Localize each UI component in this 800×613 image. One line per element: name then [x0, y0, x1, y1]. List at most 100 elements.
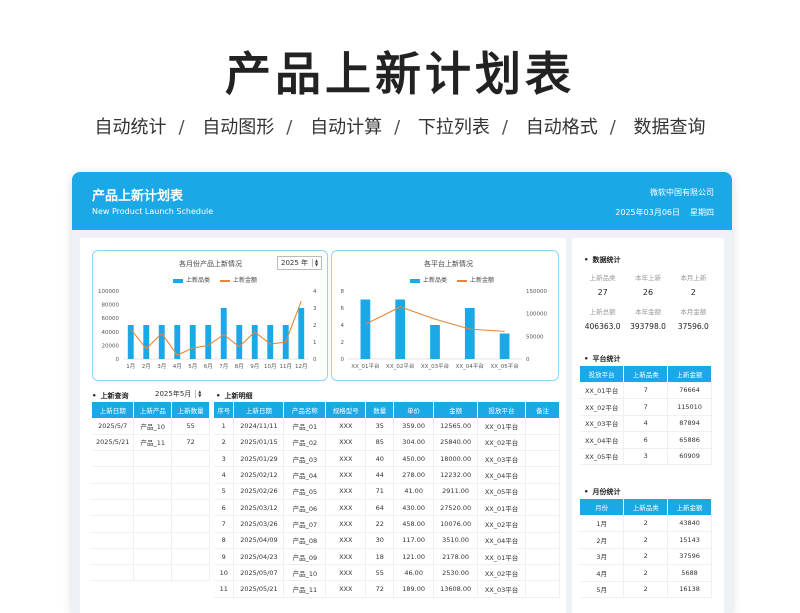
table-row[interactable]: XX_04平台 6 65886 [580, 431, 712, 449]
table-cell[interactable]: 87894 [667, 415, 712, 432]
table-row[interactable]: 8 2025/04/09 产品_08 XXX 30 117.00 3510.00 XX_04平… [214, 532, 560, 549]
table-cell[interactable]: 18000.00 [433, 450, 479, 468]
table-cell[interactable] [92, 564, 135, 582]
table-cell[interactable]: 2 [623, 531, 669, 549]
table-cell[interactable] [92, 466, 135, 484]
table-cell[interactable] [525, 434, 560, 452]
table-row[interactable]: 10 2025/05/07 产品_10 XXX 55 46.00 2530.00 XX_02平… [214, 564, 560, 582]
table-cell[interactable]: XXX [325, 499, 367, 517]
table-cell[interactable]: 117.00 [393, 532, 435, 549]
table-cell[interactable]: XX_02平台 [477, 564, 526, 582]
column-header[interactable]: 上新品类 [623, 499, 669, 515]
table-cell[interactable]: 37596 [667, 548, 712, 565]
column-header[interactable]: 单价 [393, 402, 435, 418]
table-cell[interactable]: XX_01平台 [580, 382, 625, 399]
table-cell[interactable]: 41.00 [393, 483, 435, 500]
table-cell[interactable]: XX_04平台 [477, 532, 526, 549]
table-row[interactable]: 2025/5/21 产品_11 72 [92, 434, 210, 452]
table-cell[interactable]: 3 [623, 448, 669, 465]
table-row[interactable]: 9 2025/04/23 产品_09 XXX 18 121.00 2178.00 XX_01平… [214, 548, 560, 566]
table-row[interactable]: 2 2025/01/15 产品_02 XXX 85 304.00 25840.00 XX_02… [214, 434, 560, 452]
table-cell[interactable]: 12232.00 [433, 466, 479, 484]
table-row[interactable]: XX_02平台 7 115010 [580, 398, 712, 416]
table-cell[interactable]: 产品_04 [283, 466, 327, 484]
table-cell[interactable] [171, 532, 210, 549]
table-cell[interactable]: 10076.00 [433, 515, 479, 533]
column-header[interactable]: 月份 [580, 499, 625, 515]
table-cell[interactable]: 2530.00 [433, 564, 479, 582]
table-cell[interactable]: 2024/11/11 [233, 418, 285, 435]
table-cell[interactable]: 11 [214, 580, 235, 598]
table-cell[interactable]: XX_03平台 [477, 580, 526, 598]
table-cell[interactable] [171, 564, 210, 582]
table-cell[interactable]: XX_04平台 [477, 466, 526, 484]
table-cell[interactable] [171, 483, 210, 500]
table-cell[interactable]: 13608.00 [433, 580, 479, 598]
table-cell[interactable]: 450.00 [393, 450, 435, 468]
table-cell[interactable] [92, 450, 135, 468]
table-cell[interactable]: 2025/03/26 [233, 515, 285, 533]
table-cell[interactable]: XX_02平台 [477, 434, 526, 452]
column-header[interactable]: 上新日期 [92, 402, 135, 418]
table-cell[interactable]: 5688 [667, 564, 712, 582]
table-cell[interactable]: 7 [623, 382, 669, 399]
table-cell[interactable]: 2025/03/12 [233, 499, 285, 517]
table-cell[interactable]: 2 [623, 548, 669, 565]
table-cell[interactable]: XX_02平台 [580, 398, 625, 416]
table-row[interactable]: 2025/5/7 产品_10 55 [92, 418, 210, 435]
table-row[interactable]: 6 2025/03/12 产品_06 XXX 64 430.00 27520.00 XX_01… [214, 499, 560, 517]
table-cell[interactable] [525, 466, 560, 484]
table-cell[interactable] [133, 450, 173, 468]
table-cell[interactable]: 71 [365, 483, 395, 500]
table-row[interactable] [92, 483, 210, 500]
table-cell[interactable]: 2025/04/09 [233, 532, 285, 549]
table-cell[interactable]: 产品_02 [283, 434, 327, 452]
table-cell[interactable]: 72 [171, 434, 210, 452]
table-cell[interactable]: XX_02平台 [477, 515, 526, 533]
table-cell[interactable]: 2025/02/26 [233, 483, 285, 500]
table-cell[interactable]: XX_04平台 [580, 431, 625, 449]
table-cell[interactable]: 1月 [580, 515, 625, 532]
table-cell[interactable]: 10 [214, 564, 235, 582]
table-cell[interactable]: 72 [365, 580, 395, 598]
table-cell[interactable]: 2025/5/21 [92, 434, 135, 452]
column-header[interactable]: 上新金额 [667, 366, 712, 382]
table-cell[interactable]: 4 [623, 415, 669, 432]
table-cell[interactable]: XX_05平台 [580, 448, 625, 465]
table-cell[interactable]: 产品_08 [283, 532, 327, 549]
table-cell[interactable]: 2025/5/7 [92, 418, 135, 435]
table-cell[interactable]: 35 [365, 418, 395, 435]
table-cell[interactable]: XXX [325, 580, 367, 598]
column-header[interactable]: 序号 [214, 402, 235, 418]
table-cell[interactable] [171, 450, 210, 468]
table-cell[interactable] [525, 499, 560, 517]
table-cell[interactable]: 64 [365, 499, 395, 517]
table-cell[interactable]: 3 [214, 450, 235, 468]
table-cell[interactable] [133, 515, 173, 533]
column-header[interactable]: 数量 [365, 402, 395, 418]
table-cell[interactable]: 产品_11 [133, 434, 173, 452]
table-cell[interactable] [92, 499, 135, 517]
table-row[interactable]: 3月 2 37596 [580, 548, 712, 565]
table-cell[interactable]: 115010 [667, 398, 712, 416]
table-cell[interactable]: 3月 [580, 548, 625, 565]
table-row[interactable]: XX_05平台 3 60909 [580, 448, 712, 465]
table-cell[interactable]: XXX [325, 548, 367, 566]
table-cell[interactable]: XXX [325, 564, 367, 582]
table-row[interactable]: XX_01平台 7 76664 [580, 382, 712, 399]
table-row[interactable] [92, 450, 210, 468]
table-cell[interactable]: XXX [325, 515, 367, 533]
table-cell[interactable]: 18 [365, 548, 395, 566]
table-row[interactable] [92, 515, 210, 533]
table-cell[interactable]: 25840.00 [433, 434, 479, 452]
table-cell[interactable]: 430.00 [393, 499, 435, 517]
table-cell[interactable]: 15143 [667, 531, 712, 549]
table-cell[interactable]: 2025/05/21 [233, 580, 285, 598]
table-cell[interactable] [92, 548, 135, 566]
table-row[interactable]: XX_03平台 4 87894 [580, 415, 712, 432]
table-cell[interactable]: 产品_09 [283, 548, 327, 566]
table-cell[interactable] [525, 483, 560, 500]
table-cell[interactable]: 产品_10 [283, 564, 327, 582]
table-cell[interactable]: XXX [325, 466, 367, 484]
table-row[interactable]: 4月 2 5688 [580, 564, 712, 582]
